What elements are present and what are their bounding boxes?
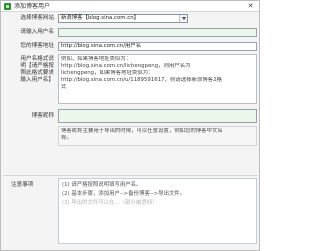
nickname-hint: 博客昵称主要用于导出的时候，可以任意设置，例如您的博客中文名 称。 (58, 126, 257, 146)
format-help-label-line: 明【请严格按 (20, 63, 54, 69)
blog-site-select[interactable]: 新浪博客【blog.sina.com.cn】 (58, 14, 188, 23)
format-help-line: 例如，如果博客地址类似为： (61, 56, 132, 62)
site-select-label: 选择博客网站 (20, 15, 54, 21)
format-help-line: http://blog.sina.com.cn/lichengpeng，则用户名… (61, 63, 191, 69)
chevron-down-icon[interactable] (179, 15, 187, 22)
username-input[interactable] (58, 28, 257, 37)
format-help-text: 例如，如果博客地址类似为： http://blog.sina.com.cn/li… (58, 54, 257, 104)
format-help-label-line: 照此格式要求 (20, 70, 54, 76)
format-help-line: 式 (61, 84, 67, 90)
username-label: 请输入用户名 (20, 29, 54, 35)
title-bar[interactable]: 添加博客用户 ✕ (1, 1, 259, 12)
format-help-label: 用户名格式说 明【请严格按 照此格式要求 输入用户名】 (4, 56, 54, 84)
app-icon (4, 3, 11, 10)
notes-line: (3) 导出的文件可以在...（部分被遮挡） (62, 200, 158, 206)
blog-url-field: http://blog.sina.com.cn/用户名 (58, 42, 257, 51)
notes-label: 注意事项 (11, 182, 34, 188)
format-help-label-line: 用户名格式说 (20, 56, 54, 62)
nickname-label: 博客昵称 (31, 113, 54, 119)
add-blog-user-dialog: 添加博客用户 ✕ 选择博客网站 新浪博客【blog.sina.com.cn】 请… (0, 0, 260, 251)
close-icon[interactable]: ✕ (246, 2, 255, 11)
notes-line: (2) 基本步骤，添加用户-->备份博客-->导出文件。 (62, 191, 186, 197)
format-help-line: lichengpeng，如果博客地址类似为： (61, 70, 154, 76)
notes-text: (1) 请严格按照说明填写用户名。 (2) 基本步骤，添加用户-->备份博客--… (58, 178, 257, 244)
nickname-input[interactable] (58, 109, 257, 123)
window-title: 添加博客用户 (14, 3, 51, 10)
format-help-label-line: 输入用户名】 (20, 77, 54, 83)
notes-line: (1) 请严格按照说明填写用户名。 (62, 182, 142, 188)
format-help-line: http://blog.sina.com.cn/u/1189591617，则请选… (61, 77, 222, 83)
nickname-hint-line: 博客昵称主要用于导出的时候，可以任意设置，例如您的博客中文名 (61, 128, 223, 134)
nickname-hint-line: 称。 (61, 135, 72, 141)
blog-url-label: 您的博客地址 (20, 43, 54, 49)
blog-site-selected-value: 新浪博客【blog.sina.com.cn】 (61, 15, 140, 21)
